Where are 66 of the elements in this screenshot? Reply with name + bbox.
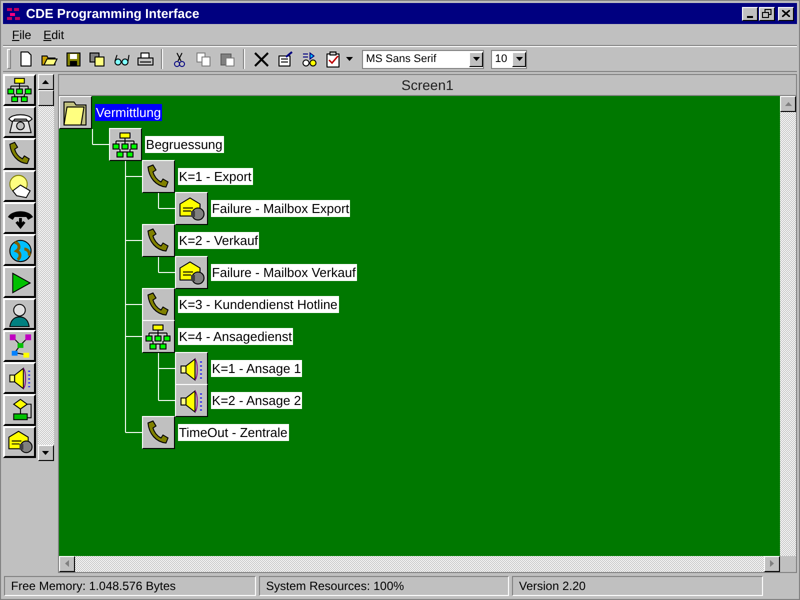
node-label[interactable]: K=2 - Ansage 2 <box>210 392 302 409</box>
restore-button[interactable] <box>759 6 775 20</box>
node-button[interactable] <box>174 384 208 417</box>
font-dropdown[interactable]: MS Sans Serif <box>362 50 484 68</box>
node-label[interactable]: K=4 - Ansagedienst <box>178 328 294 345</box>
status-panel: Free Memory: 1.048.576 Bytes <box>4 576 256 596</box>
palette-scrollbar[interactable] <box>38 74 54 461</box>
node-label[interactable]: TimeOut - Zentrale <box>178 424 289 441</box>
tree-connector <box>158 192 176 209</box>
tree-connector <box>158 352 176 401</box>
menu-item[interactable]: Edit <box>43 26 64 44</box>
app-icon <box>6 6 22 20</box>
node-label[interactable]: K=2 - Verkauf <box>178 232 260 249</box>
node-button[interactable] <box>142 224 175 257</box>
node-button[interactable] <box>174 256 208 289</box>
menu-item[interactable]: File <box>12 26 32 44</box>
tree-connector <box>92 128 110 145</box>
node-label[interactable]: Failure - Mailbox Verkauf <box>210 264 357 281</box>
clipboard-icon[interactable] <box>218 50 236 68</box>
font-size-dropdown[interactable]: 10 <box>491 50 527 68</box>
status-panel: System Resources: 100% <box>259 576 509 596</box>
caret-icon <box>516 57 522 61</box>
form-edit-icon[interactable] <box>276 50 294 68</box>
horizontal-scrollbar[interactable] <box>58 556 780 572</box>
close-icon <box>782 10 790 17</box>
overlapping-squares-icon[interactable] <box>88 50 106 68</box>
scroll-down-button[interactable] <box>38 445 54 461</box>
dropdown-arrow-icon[interactable] <box>346 57 353 61</box>
restore-icon <box>762 9 772 18</box>
scroll-up-button[interactable] <box>780 96 796 112</box>
hierarchy-icon <box>110 130 140 160</box>
tree-connector <box>158 256 176 273</box>
window-title: CDE Programming Interface <box>26 4 200 23</box>
delete-cross-icon[interactable] <box>252 50 270 68</box>
hierarchy-icon <box>143 322 174 352</box>
scroll-thumb[interactable] <box>38 90 54 106</box>
printer-icon[interactable] <box>136 50 154 68</box>
node-label[interactable]: K=1 - Ansage 1 <box>210 360 302 377</box>
node-button[interactable] <box>108 128 142 161</box>
node-label[interactable]: Begruessung <box>144 136 224 153</box>
arrow-icon <box>42 80 50 84</box>
minimize-button[interactable] <box>742 6 758 20</box>
close-button[interactable] <box>778 6 794 20</box>
vertical-scrollbar[interactable] <box>780 96 796 556</box>
node-button[interactable] <box>142 416 175 449</box>
scroll-up-button[interactable] <box>38 74 54 90</box>
node-button[interactable] <box>174 192 208 225</box>
node-button[interactable] <box>142 160 175 193</box>
node-label[interactable]: K=1 - Export <box>178 168 253 185</box>
node-label[interactable]: Failure - Mailbox Export <box>210 200 350 217</box>
arrow-icon <box>42 451 50 455</box>
node-button[interactable] <box>142 320 175 353</box>
node-button[interactable] <box>174 352 208 385</box>
status-panel: Version 2.20 <box>512 576 763 596</box>
checklist-icon[interactable] <box>324 50 342 68</box>
node-button[interactable] <box>58 96 92 129</box>
node-button[interactable] <box>142 288 175 321</box>
scroll-right-button[interactable] <box>764 556 780 572</box>
node-label[interactable]: K=3 - Kundendienst Hotline <box>178 296 339 313</box>
arrow-tool-icon[interactable] <box>300 50 318 68</box>
caret-icon <box>472 57 480 61</box>
hierarchy-icon[interactable] <box>5 75 34 105</box>
toolbar-grip <box>7 49 11 69</box>
node-label[interactable]: Vermittlung <box>94 104 162 121</box>
scroll-left-button[interactable] <box>58 556 75 572</box>
copy-icon[interactable] <box>194 50 212 68</box>
